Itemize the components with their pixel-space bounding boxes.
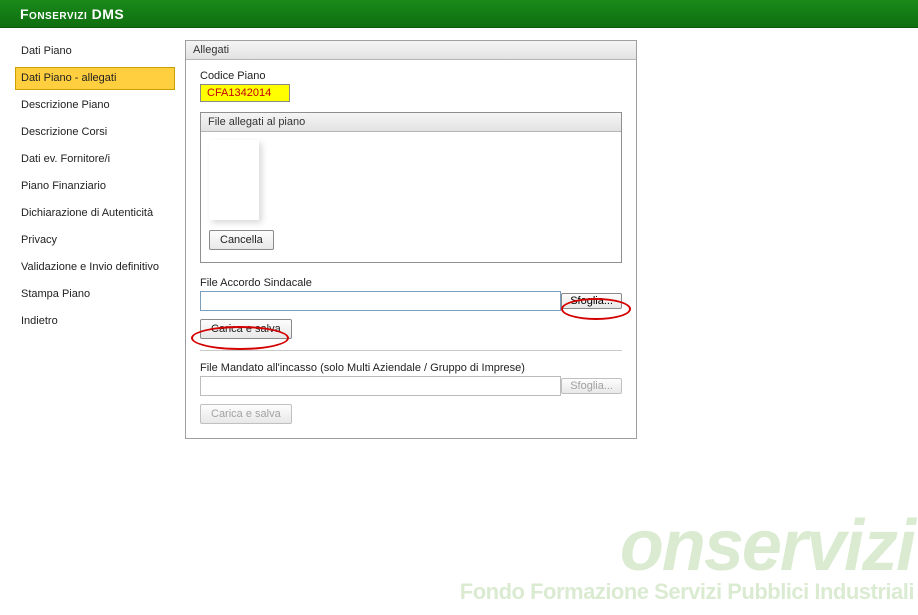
- sidebar-item-privacy[interactable]: Privacy: [15, 229, 175, 252]
- accordo-carica-button[interactable]: Carica e salva: [200, 319, 292, 339]
- accordo-sindacale-input[interactable]: [200, 291, 561, 311]
- app-title: Fonservizi DMS: [20, 6, 124, 22]
- content-area: Allegati Codice Piano CFA1342014 File al…: [175, 28, 918, 615]
- allegati-panel: Allegati Codice Piano CFA1342014 File al…: [185, 40, 637, 439]
- mandato-carica-button: Carica e salva: [200, 404, 292, 424]
- divider: [200, 350, 622, 351]
- mandato-incasso-label: File Mandato all'incasso (solo Multi Azi…: [200, 362, 622, 374]
- sidebar: Dati Piano Dati Piano - allegati Descriz…: [0, 28, 175, 615]
- mandato-incasso-input: [200, 376, 561, 396]
- sidebar-item-dichiarazione[interactable]: Dichiarazione di Autenticità: [15, 202, 175, 225]
- mandato-sfoglia-button: Sfoglia...: [561, 378, 622, 394]
- sidebar-item-dati-piano[interactable]: Dati Piano: [15, 40, 175, 63]
- codice-piano-value: CFA1342014: [200, 84, 290, 102]
- codice-piano-label: Codice Piano: [200, 70, 622, 82]
- sidebar-item-piano-finanziario[interactable]: Piano Finanziario: [15, 175, 175, 198]
- fieldset-title: File allegati al piano: [201, 113, 621, 132]
- sidebar-item-dati-piano-allegati[interactable]: Dati Piano - allegati: [15, 67, 175, 90]
- sidebar-item-indietro[interactable]: Indietro: [15, 310, 175, 333]
- sidebar-item-validazione[interactable]: Validazione e Invio definitivo: [15, 256, 175, 279]
- sidebar-item-dati-fornitore[interactable]: Dati ev. Fornitore/i: [15, 148, 175, 171]
- panel-title: Allegati: [186, 41, 636, 60]
- accordo-sindacale-label: File Accordo Sindacale: [200, 277, 622, 289]
- sidebar-item-descrizione-corsi[interactable]: Descrizione Corsi: [15, 121, 175, 144]
- cancella-button[interactable]: Cancella: [209, 230, 274, 250]
- sidebar-item-descrizione-piano[interactable]: Descrizione Piano: [15, 94, 175, 117]
- file-thumbnail[interactable]: [209, 140, 259, 220]
- sidebar-item-stampa-piano[interactable]: Stampa Piano: [15, 283, 175, 306]
- accordo-sfoglia-button[interactable]: Sfoglia...: [561, 293, 622, 309]
- app-header: Fonservizi DMS: [0, 0, 918, 28]
- file-allegati-fieldset: File allegati al piano Cancella: [200, 112, 622, 263]
